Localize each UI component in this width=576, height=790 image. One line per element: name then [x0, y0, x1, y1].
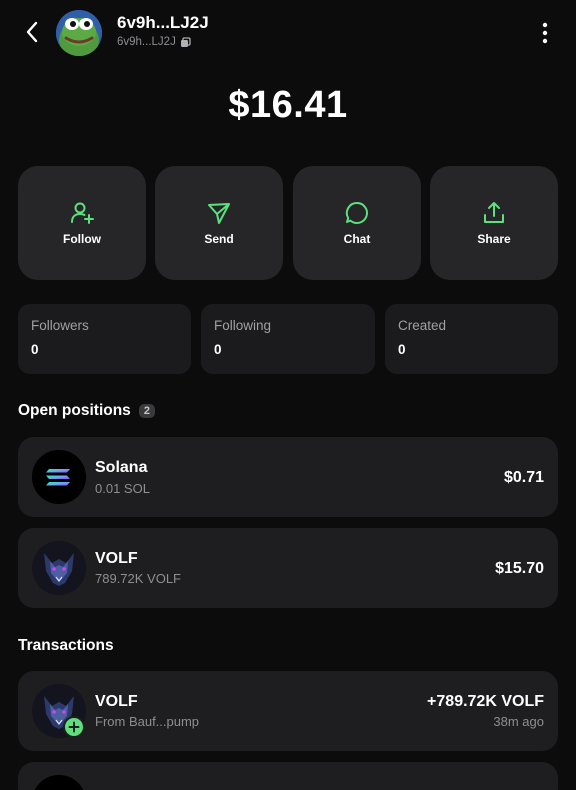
wallet-address[interactable]: 6v9h...LJ2J: [117, 36, 191, 48]
chevron-left-icon: [26, 21, 38, 43]
send-label: Send: [204, 232, 234, 246]
share-label: Share: [477, 232, 511, 246]
pepe-avatar-icon: [56, 10, 102, 56]
position-value: $0.71: [503, 469, 544, 486]
transaction-item[interactable]: VOLF From Bauf...pump +789.72K VOLF 38m …: [18, 671, 558, 751]
follow-button[interactable]: Follow: [18, 166, 146, 280]
plus-icon: [68, 721, 80, 733]
position-name: Solana: [95, 459, 148, 476]
share-button[interactable]: Share: [430, 166, 558, 280]
solana-icon: [32, 775, 86, 790]
send-button[interactable]: Send: [155, 166, 283, 280]
positions-count-badge: 2: [138, 404, 155, 418]
following-stat[interactable]: Following 0: [201, 304, 375, 374]
balance-amount: $16.41: [228, 84, 348, 126]
transactions-title: Transactions: [18, 637, 114, 654]
position-item[interactable]: Solana 0.01 SOL $0.71: [18, 437, 558, 517]
position-item[interactable]: VOLF 789.72K VOLF $15.70: [18, 528, 558, 608]
wolf-token-icon: [32, 541, 86, 595]
transaction-item[interactable]: [18, 762, 558, 790]
following-label: Following: [214, 318, 272, 333]
position-name: VOLF: [95, 550, 138, 567]
back-button[interactable]: [16, 16, 48, 48]
transaction-name: VOLF: [95, 693, 138, 710]
transaction-detail: From Bauf...pump: [95, 714, 200, 729]
wallet-title: 6v9h...LJ2J: [117, 13, 209, 32]
chat-button[interactable]: Chat: [293, 166, 421, 280]
chat-icon: [345, 201, 368, 224]
transaction-time: 38m ago: [493, 714, 544, 729]
send-icon: [208, 203, 230, 224]
followers-count: 0: [31, 342, 39, 357]
position-amount: 789.72K VOLF: [95, 571, 181, 586]
open-positions-header: Open positions 2: [18, 402, 155, 420]
add-user-icon: [71, 202, 94, 224]
copy-icon[interactable]: [180, 36, 191, 48]
followers-label: Followers: [31, 318, 89, 333]
position-value: $15.70: [495, 560, 544, 577]
followers-stat[interactable]: Followers 0: [18, 304, 191, 374]
transaction-amount: +789.72K VOLF: [427, 693, 544, 710]
follow-label: Follow: [63, 232, 101, 246]
more-options-button[interactable]: [532, 16, 558, 50]
share-icon: [484, 202, 504, 223]
created-label: Created: [398, 318, 447, 333]
position-amount: 0.01 SOL: [95, 481, 150, 496]
solana-icon: [32, 450, 86, 504]
created-count: 0: [398, 342, 406, 357]
avatar[interactable]: [56, 10, 102, 56]
open-positions-title: Open positions: [18, 402, 131, 419]
transactions-header: Transactions: [18, 637, 114, 655]
wallet-address-text: 6v9h...LJ2J: [117, 36, 176, 48]
received-badge: [63, 716, 85, 738]
vertical-dots-icon: [542, 22, 548, 44]
following-count: 0: [214, 342, 222, 357]
created-stat[interactable]: Created 0: [385, 304, 558, 374]
chat-label: Chat: [343, 232, 371, 246]
